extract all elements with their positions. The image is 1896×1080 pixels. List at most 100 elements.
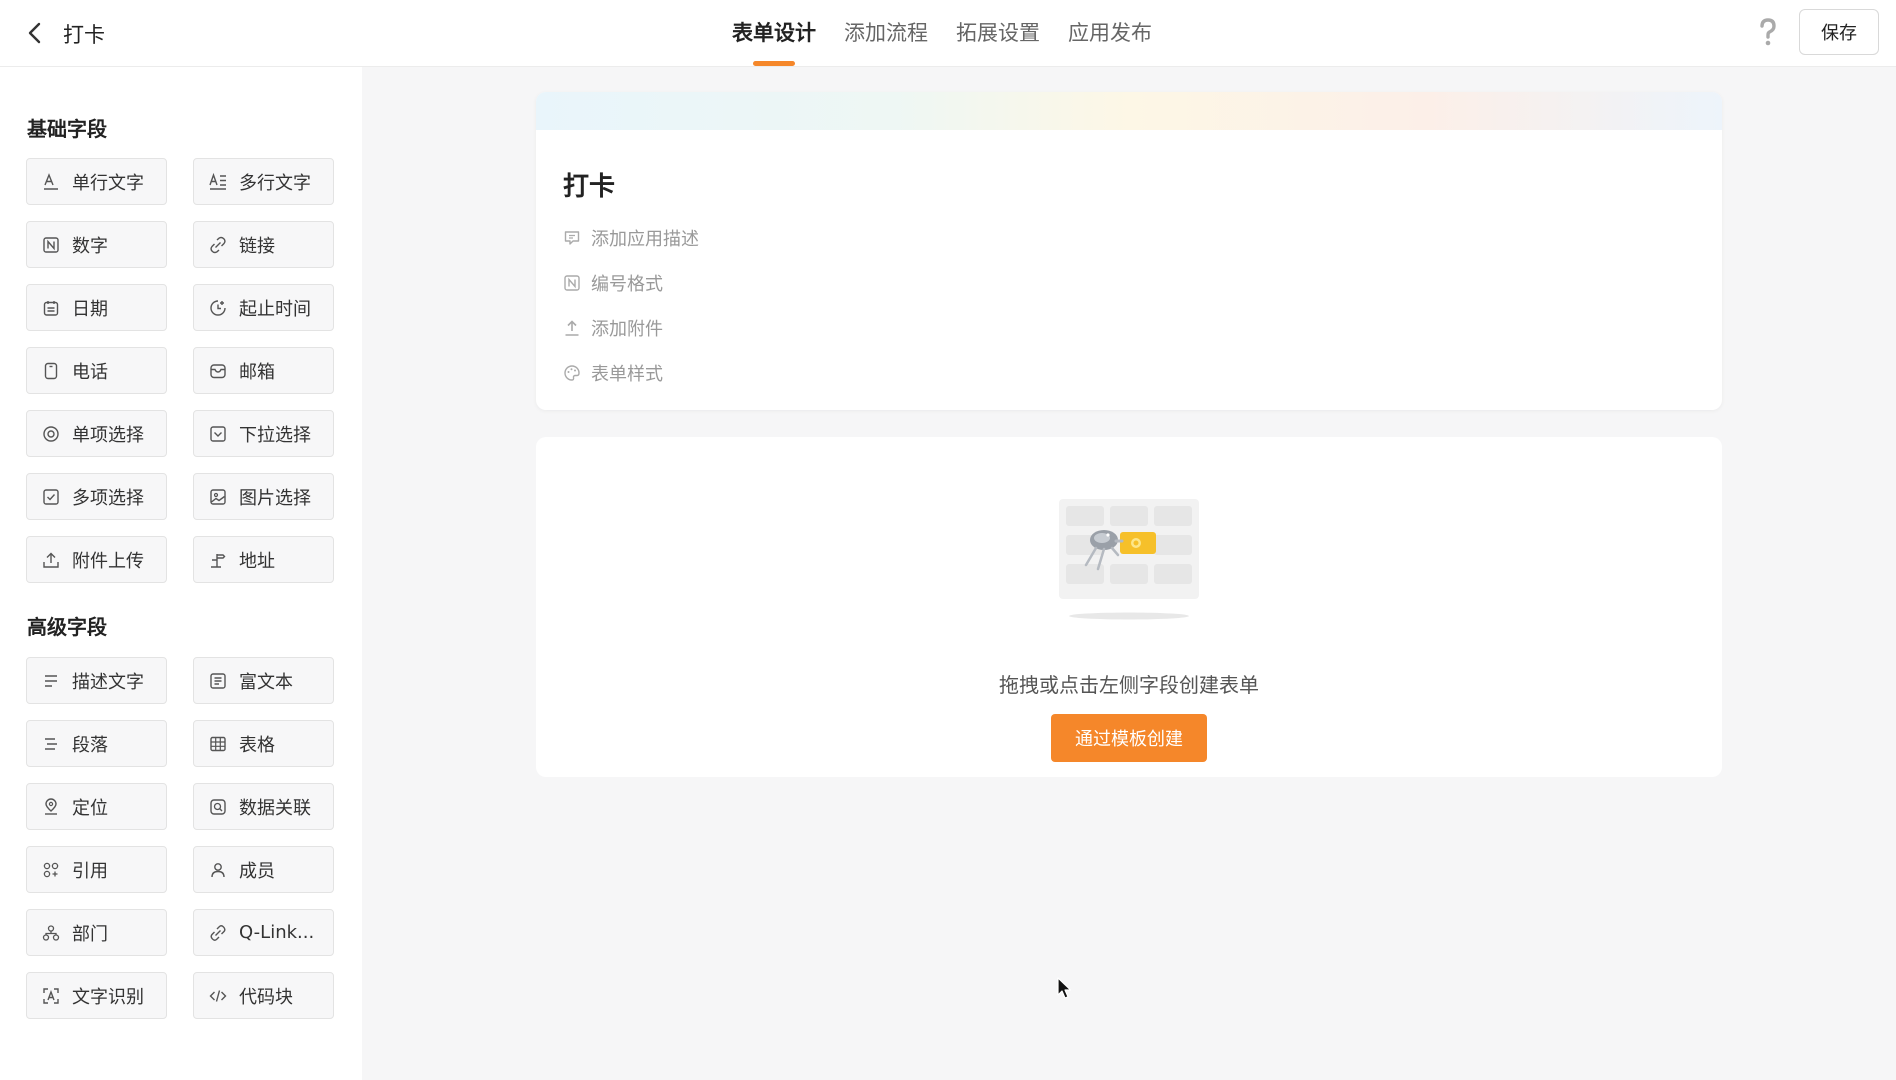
field-label: 起止时间	[239, 298, 311, 320]
field-location[interactable]: 定位	[26, 783, 167, 830]
field-label: Q-Link...	[239, 922, 315, 943]
field-q-link[interactable]: Q-Link...	[193, 909, 334, 956]
field-label: 段落	[72, 734, 108, 756]
create-from-template-button[interactable]: 通过模板创建	[1051, 714, 1207, 762]
field-rich-text[interactable]: 富文本	[193, 657, 334, 704]
field-label: 富文本	[239, 671, 293, 693]
advanced-fields-grid: 描述文字 富文本 段落 表格 定位 数据关联 引用 成员 部门 Q-Link..…	[26, 657, 334, 1019]
field-label: 数字	[72, 235, 108, 257]
app-title: 打卡	[63, 23, 105, 47]
multi-line-text-icon	[209, 172, 226, 190]
empty-form-canvas[interactable]: 拖拽或点击左侧字段创建表单 通过模板创建	[536, 437, 1722, 777]
field-label: 链接	[239, 235, 275, 257]
field-code-block[interactable]: 代码块	[193, 972, 334, 1019]
field-single-line-text[interactable]: 单行文字	[26, 158, 167, 205]
field-multi-line-text[interactable]: 多行文字	[193, 158, 334, 205]
field-ocr[interactable]: 文字识别	[26, 972, 167, 1019]
ocr-icon	[43, 987, 59, 1004]
top-bar: 打卡 表单设计 添加流程 拓展设置 应用发布 保存	[0, 0, 1896, 67]
option-label: 添加应用描述	[591, 229, 699, 250]
paragraph-icon	[45, 737, 57, 750]
add-attachment-option[interactable]: 添加附件	[563, 315, 663, 341]
calendar-icon	[43, 300, 59, 316]
single-line-text-icon	[44, 172, 58, 190]
field-label: 地址	[239, 550, 275, 572]
number-format-icon	[564, 275, 580, 291]
tab-form-design[interactable]: 表单设计	[732, 0, 816, 66]
number-format-option[interactable]: 编号格式	[563, 270, 663, 296]
number-icon	[43, 236, 59, 253]
form-style-option[interactable]: 表单样式	[563, 360, 663, 386]
rich-text-icon	[210, 672, 226, 689]
field-label: 成员	[239, 860, 275, 882]
field-description-text[interactable]: 描述文字	[26, 657, 167, 704]
field-department[interactable]: 部门	[26, 909, 167, 956]
basic-fields-title: 基础字段	[27, 117, 107, 141]
option-label: 表单样式	[591, 364, 663, 385]
tab-app-publish[interactable]: 应用发布	[1068, 0, 1152, 66]
dropdown-icon	[210, 425, 226, 442]
q-link-icon	[210, 924, 226, 941]
field-label: 下拉选择	[239, 424, 311, 446]
empty-state-hint: 拖拽或点击左侧字段创建表单	[999, 673, 1259, 697]
field-paragraph[interactable]: 段落	[26, 720, 167, 767]
option-label: 编号格式	[591, 274, 663, 295]
field-label: 多行文字	[239, 172, 311, 194]
field-label: 邮箱	[239, 361, 275, 383]
add-description-option[interactable]: 添加应用描述	[563, 225, 699, 251]
mouse-cursor-icon	[1057, 977, 1072, 999]
location-icon	[45, 797, 57, 815]
field-label: 代码块	[239, 986, 293, 1008]
field-reference[interactable]: 引用	[26, 846, 167, 893]
field-link[interactable]: 链接	[193, 221, 334, 268]
back-arrow-icon[interactable]	[22, 20, 48, 46]
comment-icon	[564, 231, 580, 245]
field-time-range[interactable]: 起止时间	[193, 284, 334, 331]
top-tabs: 表单设计 添加流程 拓展设置 应用发布	[732, 0, 1180, 66]
radio-icon	[43, 425, 59, 442]
field-label: 多项选择	[72, 487, 144, 509]
field-number[interactable]: 数字	[26, 221, 167, 268]
checkbox-icon	[43, 488, 59, 505]
palette-icon	[564, 365, 580, 381]
field-attachment-upload[interactable]: 附件上传	[26, 536, 167, 583]
field-label: 单项选择	[72, 424, 144, 446]
field-label: 部门	[72, 923, 108, 945]
tab-add-process[interactable]: 添加流程	[844, 0, 928, 66]
basic-fields-grid: 单行文字 多行文字 数字 链接 日期 起止时间 电话 邮箱 单项选择 下拉选择 …	[26, 158, 334, 583]
field-label: 数据关联	[239, 797, 311, 819]
help-icon[interactable]	[1755, 17, 1781, 47]
field-label: 描述文字	[72, 671, 144, 693]
field-image-choice[interactable]: 图片选择	[193, 473, 334, 520]
field-date[interactable]: 日期	[26, 284, 167, 331]
form-title[interactable]: 打卡	[563, 166, 615, 203]
field-data-link[interactable]: 数据关联	[193, 783, 334, 830]
link-icon	[210, 236, 226, 253]
field-table[interactable]: 表格	[193, 720, 334, 767]
department-icon	[42, 924, 60, 941]
phone-icon	[44, 362, 58, 379]
field-label: 文字识别	[72, 986, 144, 1008]
field-mail[interactable]: 邮箱	[193, 347, 334, 394]
table-icon	[210, 736, 226, 751]
mail-icon	[210, 363, 226, 378]
tab-extension-settings[interactable]: 拓展设置	[956, 0, 1040, 66]
field-member[interactable]: 成员	[193, 846, 334, 893]
card-header-gradient	[536, 92, 1722, 130]
advanced-fields-title: 高级字段	[27, 615, 107, 639]
member-icon	[211, 862, 225, 877]
form-info-card: 打卡 添加应用描述 编号格式 添加附件 表单样式	[536, 92, 1722, 410]
field-label: 表格	[239, 734, 275, 756]
code-icon	[209, 989, 227, 1002]
field-label: 定位	[72, 797, 108, 819]
field-dropdown[interactable]: 下拉选择	[193, 410, 334, 457]
save-button[interactable]: 保存	[1799, 9, 1879, 55]
field-address[interactable]: 地址	[193, 536, 334, 583]
field-multi-choice[interactable]: 多项选择	[26, 473, 167, 520]
field-label: 日期	[72, 298, 108, 320]
field-palette-sidebar: 基础字段 单行文字 多行文字 数字 链接 日期 起止时间 电话 邮箱 单项选择 …	[0, 67, 362, 1080]
field-phone[interactable]: 电话	[26, 347, 167, 394]
empty-state-illustration	[1059, 499, 1199, 620]
field-label: 单行文字	[72, 172, 144, 194]
field-single-choice[interactable]: 单项选择	[26, 410, 167, 457]
